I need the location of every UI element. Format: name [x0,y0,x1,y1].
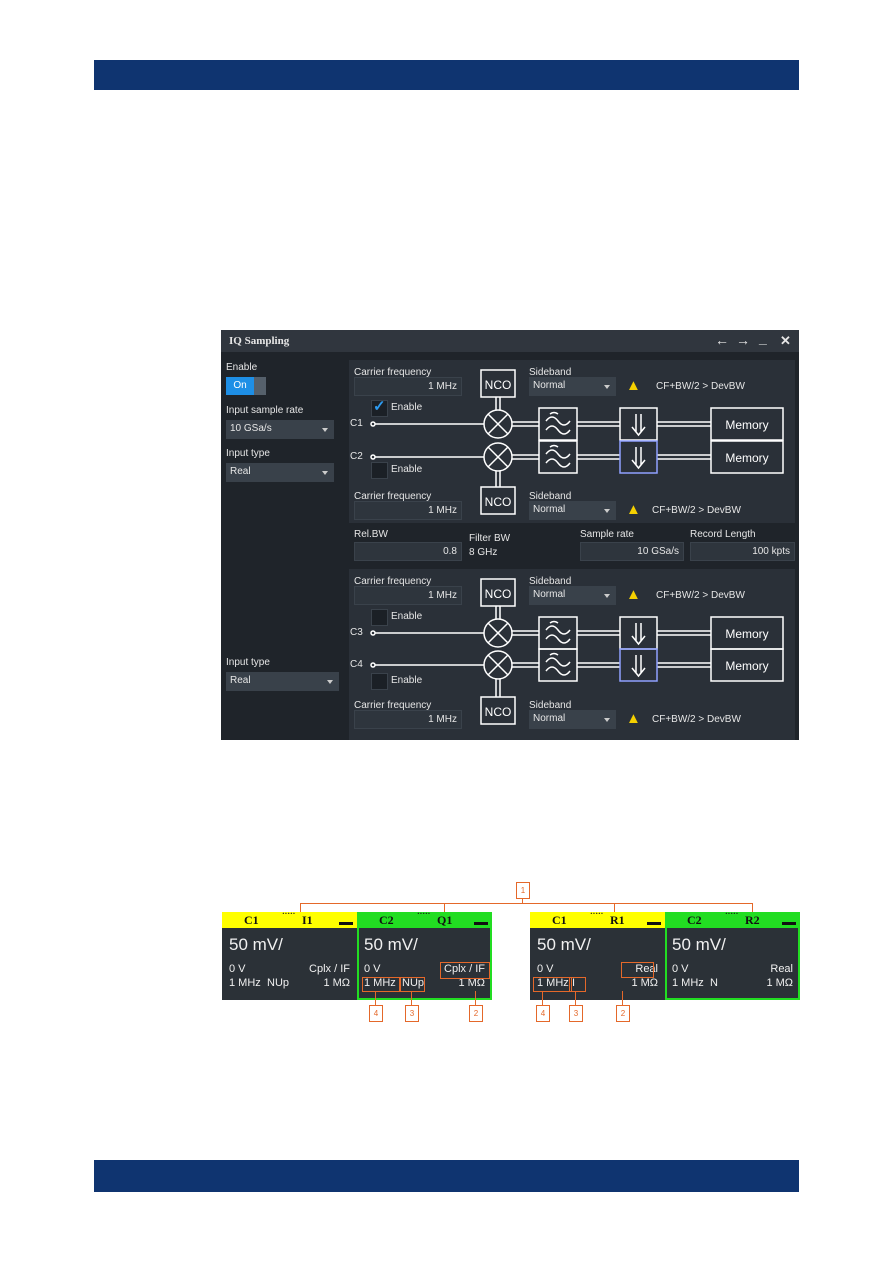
minimize-icon[interactable] [782,922,796,925]
callout-highlight [569,977,586,992]
record-length-label: Record Length [690,529,756,540]
input-mode: Cplx / IF [309,963,350,975]
callout-line [411,991,412,1005]
bandwidth: 1 MHz [672,977,704,989]
filter-wave [545,620,571,644]
callout-line [752,903,753,912]
vertical-scale: 50 mV/ [672,935,726,954]
offset: 0 V [229,963,246,975]
impedance: 1 MΩ [631,977,658,989]
vertical-scale: 50 mV/ [229,935,283,954]
minimize-icon[interactable] [474,922,488,925]
waveform-name: Q1 [437,913,453,927]
channel-label-header: C1 ····· R1 [530,909,665,928]
offset: 0 V [672,963,689,975]
minimize-icon[interactable] [339,922,353,925]
footer-band [94,1160,799,1192]
waveform-name: I1 [302,913,313,927]
down-arrow-icon [631,623,646,646]
samplerate-label: Sample rate [580,529,634,540]
callout-4: 4 [369,1005,383,1022]
impedance: 1 MΩ [766,977,793,989]
sideband: N [710,977,718,989]
input-terminal [370,662,376,668]
memory-label: Memory [725,659,768,673]
lowpass-filter-icon [538,616,578,650]
callout-line [475,991,476,1005]
callout-1: 1 [516,882,530,899]
source-channel: C1 [244,913,259,927]
waveform-name: R1 [610,913,625,927]
input-terminal [370,630,376,636]
channel-label-header: C2 ····· Q1 [357,909,492,928]
callout-highlight [440,962,490,979]
channel-label-header: C1 ····· I1 [222,909,357,928]
callout-2: 2 [469,1005,483,1022]
callout-3: 3 [405,1005,419,1022]
relbw-label: Rel.BW [354,529,388,540]
callout-highlight [362,977,401,992]
dots-icon: ····· [590,909,604,918]
callout-line [300,903,301,912]
nco-label: NCO [485,587,512,601]
offset: 0 V [364,963,381,975]
offset: 0 V [537,963,554,975]
vertical-scale: 50 mV/ [364,935,418,954]
callout-line [375,991,376,1005]
filterbw-label: Filter BW [469,533,511,544]
callout-line [575,991,576,1005]
record-length-input[interactable]: 100 kpts [690,542,795,561]
callout-2: 2 [616,1005,630,1022]
callout-line [444,903,445,912]
callout-highlight [621,962,654,978]
callout-highlight [399,977,425,992]
callout-3: 3 [569,1005,583,1022]
page: IQ Sampling ← → _ ✕ Enable On Input samp… [0,0,893,1263]
callout-line [614,903,615,912]
input-mode: Real [770,963,793,975]
dots-icon: ····· [417,909,431,918]
bandwidth: 1 MHz [229,977,261,989]
mixer-cross [487,622,509,644]
filterbw-value: 8 GHz [469,547,498,558]
dots-icon: ····· [725,909,739,918]
callout-highlight [533,977,572,992]
signal-line [512,630,711,636]
callout-line [300,903,753,904]
minimize-icon[interactable] [647,922,661,925]
source-channel: C2 [379,913,394,927]
source-channel: C2 [687,913,702,927]
samplerate-input[interactable]: 10 GSa/s [580,542,684,561]
sideband: NUp [267,977,290,989]
callout-line [542,991,543,1005]
filter-wave [545,652,571,676]
vertical-scale: 50 mV/ [537,935,591,954]
memory-label: Memory [725,627,768,641]
callout-line [622,991,623,1005]
relbw-input[interactable]: 0.8 [354,542,462,561]
mixer-cross [487,654,509,676]
nco-label: NCO [485,705,512,719]
signal-line [512,662,711,668]
down-arrow-icon [631,655,646,678]
source-channel: C1 [552,913,567,927]
channel-label-box[interactable]: C2 ····· R2 50 mV/ 0 V Real 1 MHz N 1 MΩ [665,909,800,1000]
lowpass-filter-icon [538,648,578,682]
callout-4: 4 [536,1005,550,1022]
header-band [94,60,799,90]
channel-label-header: C2 ····· R2 [665,909,800,928]
waveform-name: R2 [745,913,760,927]
impedance: 1 MΩ [323,977,350,989]
dots-icon: ····· [282,909,296,918]
iq-sampling-dialog: IQ Sampling ← → _ ✕ Enable On Input samp… [221,330,799,740]
channel-label-box[interactable]: C1 ····· I1 50 mV/ 0 V Cplx / IF 1 MHz N… [222,909,357,1000]
